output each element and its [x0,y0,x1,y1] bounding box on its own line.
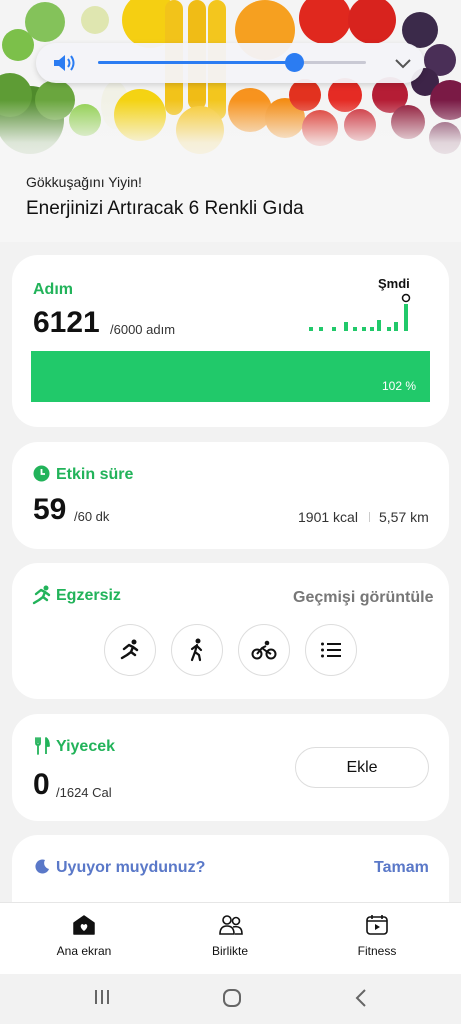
active-time-value: 59 [33,493,67,526]
home-circle-icon[interactable] [221,987,243,1009]
speaker-icon[interactable] [52,53,78,73]
food-label: Yiyecek [56,738,116,755]
home-icon [73,915,95,935]
exercise-list-button[interactable] [305,624,357,676]
nav-fitness[interactable]: Fitness [300,903,454,975]
active-time-card[interactable] [12,442,449,549]
nav-together[interactable]: Birlikte [153,903,307,975]
fork-knife-icon [35,737,50,755]
fitness-icon [366,915,388,935]
nav-fitness-label: Fitness [357,944,397,958]
system-navigation-bar [0,974,461,1024]
chevron-down-icon[interactable] [394,55,412,71]
active-time-label: Etkin süre [56,466,134,483]
exercise-card[interactable] [12,563,449,699]
exercise-walking-button[interactable] [171,624,223,676]
recents-icon[interactable] [92,987,112,1007]
sleep-question: Uyuyor muydunuz? [56,859,206,876]
running-icon [32,585,51,605]
nav-home-label: Ana ekran [56,944,112,958]
exercise-running-button[interactable] [104,624,156,676]
nav-home[interactable]: Ana ekran [7,903,161,975]
food-goal: /1624 Cal [56,785,112,800]
exercise-cycling-button[interactable] [238,624,290,676]
add-food-button[interactable]: Ekle [295,747,429,788]
food-value: 0 [33,768,50,801]
volume-slider-fill [98,61,294,64]
distance-value: 5,57 km [379,509,429,525]
moon-icon [35,859,49,874]
active-time-goal: /60 dk [74,509,110,524]
volume-slider-thumb[interactable] [284,53,304,72]
volume-slider[interactable] [98,53,366,72]
people-icon [219,915,243,935]
steps-hourly-chart [309,293,411,331]
sleep-ok-button[interactable]: Tamam [374,859,429,877]
banner-subtitle: Gökkuşağını Yiyin! [26,174,142,190]
walking-icon [190,638,203,662]
stats-divider [369,512,370,522]
bottom-navigation: Ana ekran Birlikte Fitness [0,902,461,975]
banner[interactable]: Gökkuşağını Yiyin! Enerjinizi Artıracak … [0,0,461,242]
nav-together-label: Birlikte [211,944,248,958]
clock-icon [33,465,50,482]
history-link[interactable]: Geçmişi görüntüle [293,589,433,607]
kcal-value: 1901 kcal [298,509,358,525]
steps-goal: /6000 adım [110,322,176,337]
banner-title: Enerjinizi Artıracak 6 Renkli Gıda [26,198,304,219]
now-label: Şmdi [378,276,410,291]
steps-value: 6121 [33,306,100,339]
steps-progress-bar: 102 % [31,351,430,402]
back-icon[interactable] [353,987,369,1009]
list-icon [321,642,341,658]
running-icon [120,639,139,660]
volume-panel [36,43,424,83]
exercise-label: Egzersiz [56,587,121,604]
steps-progress-label: 102 % [381,379,416,393]
cycling-icon [251,640,277,660]
steps-label: Adım [33,281,73,298]
banner-fade [0,100,461,242]
